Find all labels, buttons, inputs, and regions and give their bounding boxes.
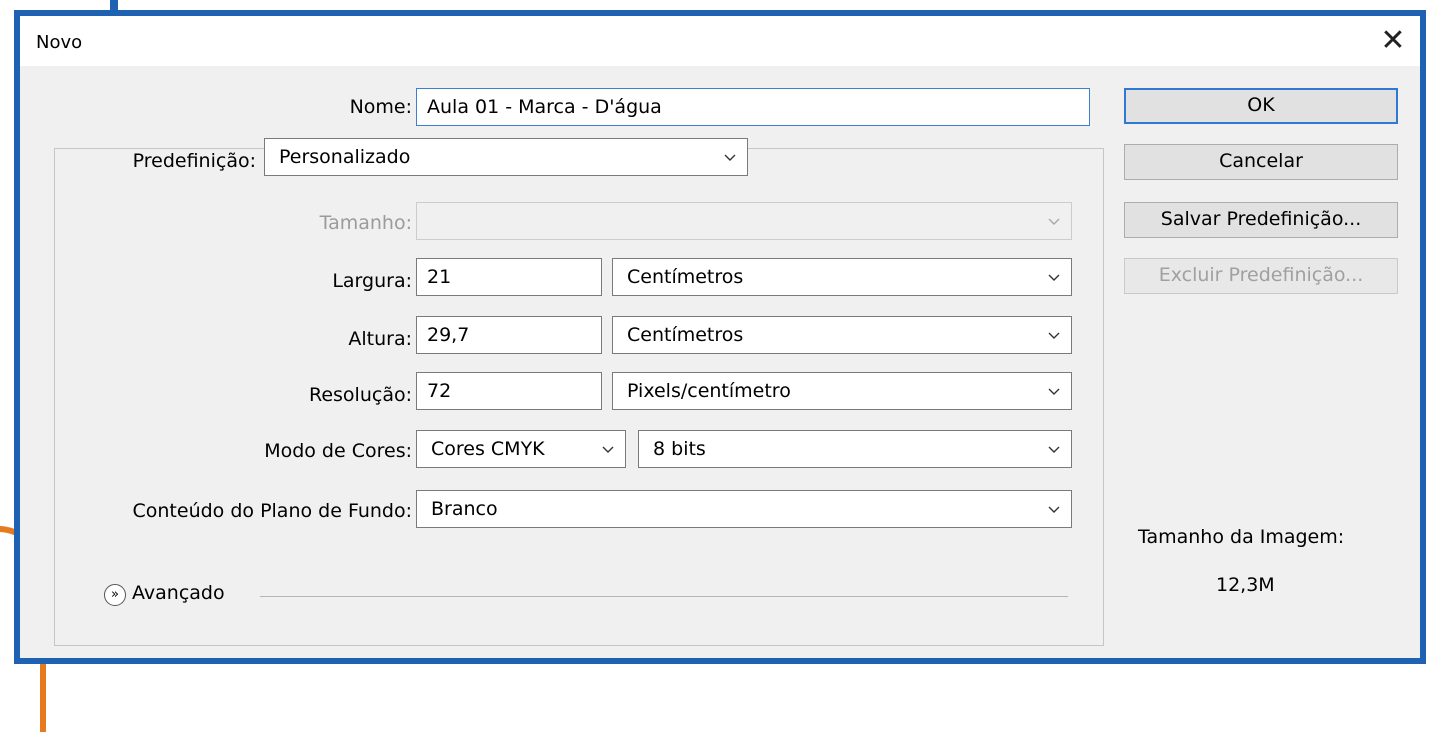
title-bar: Novo ✕ (20, 16, 1420, 66)
excluir-predefinicao-button: Excluir Predefinição... (1124, 258, 1398, 294)
modo-cores-label: Modo de Cores: (264, 440, 412, 462)
altura-input[interactable]: 29,7 (416, 316, 602, 354)
predefinicao-label: Predefinição: (128, 150, 260, 172)
chevron-down-icon (1047, 497, 1061, 521)
conteudo-label: Conteúdo do Plano de Fundo: (132, 500, 413, 522)
largura-input[interactable]: 21 (416, 258, 602, 296)
chevron-down-icon (1047, 323, 1061, 347)
largura-unit-value: Centímetros (627, 266, 744, 288)
chevron-down-icon (1047, 209, 1061, 233)
new-document-dialog: Novo ✕ Nome: Aula 01 - Marca - D'água Pr… (14, 10, 1426, 664)
predefinicao-value: Personalizado (279, 146, 411, 168)
conteudo-value: Branco (431, 498, 498, 520)
cancelar-button[interactable]: Cancelar (1124, 144, 1398, 180)
avancado-label[interactable]: Avançado (132, 582, 225, 604)
salvar-predefinicao-button[interactable]: Salvar Predefinição... (1124, 202, 1398, 238)
ok-button[interactable]: OK (1124, 88, 1398, 124)
predefinicao-select[interactable]: Personalizado (264, 138, 748, 176)
altura-unit-value: Centímetros (627, 324, 744, 346)
tamanho-label: Tamanho: (319, 212, 412, 234)
nome-label: Nome: (349, 96, 412, 118)
expand-advanced-icon[interactable]: » (104, 584, 126, 606)
bits-select[interactable]: 8 bits (638, 430, 1072, 468)
conteudo-select[interactable]: Branco (416, 490, 1072, 528)
resolucao-input[interactable]: 72 (416, 372, 602, 410)
resolucao-unit-select[interactable]: Pixels/centímetro (612, 372, 1072, 410)
advanced-divider (260, 596, 1068, 597)
dialog-title: Novo (36, 32, 83, 53)
modo-cores-select[interactable]: Cores CMYK (416, 430, 626, 468)
resolucao-unit-value: Pixels/centímetro (627, 380, 791, 402)
image-size-label: Tamanho da Imagem: (1138, 526, 1345, 548)
chevron-down-icon (723, 145, 737, 169)
close-icon[interactable]: ✕ (1376, 24, 1410, 58)
largura-label: Largura: (332, 270, 412, 292)
chevron-down-icon (1047, 437, 1061, 461)
tamanho-select (416, 202, 1072, 240)
chevron-down-icon (601, 437, 615, 461)
nome-input[interactable]: Aula 01 - Marca - D'água (416, 88, 1090, 126)
largura-unit-select[interactable]: Centímetros (612, 258, 1072, 296)
bits-value: 8 bits (653, 438, 706, 460)
altura-unit-select[interactable]: Centímetros (612, 316, 1072, 354)
modo-cores-value: Cores CMYK (431, 438, 545, 460)
chevron-down-icon (1047, 379, 1061, 403)
altura-label: Altura: (348, 328, 412, 350)
resolucao-label: Resolução: (309, 384, 412, 406)
image-size-value: 12,3M (1216, 574, 1275, 596)
chevron-down-icon (1047, 265, 1061, 289)
